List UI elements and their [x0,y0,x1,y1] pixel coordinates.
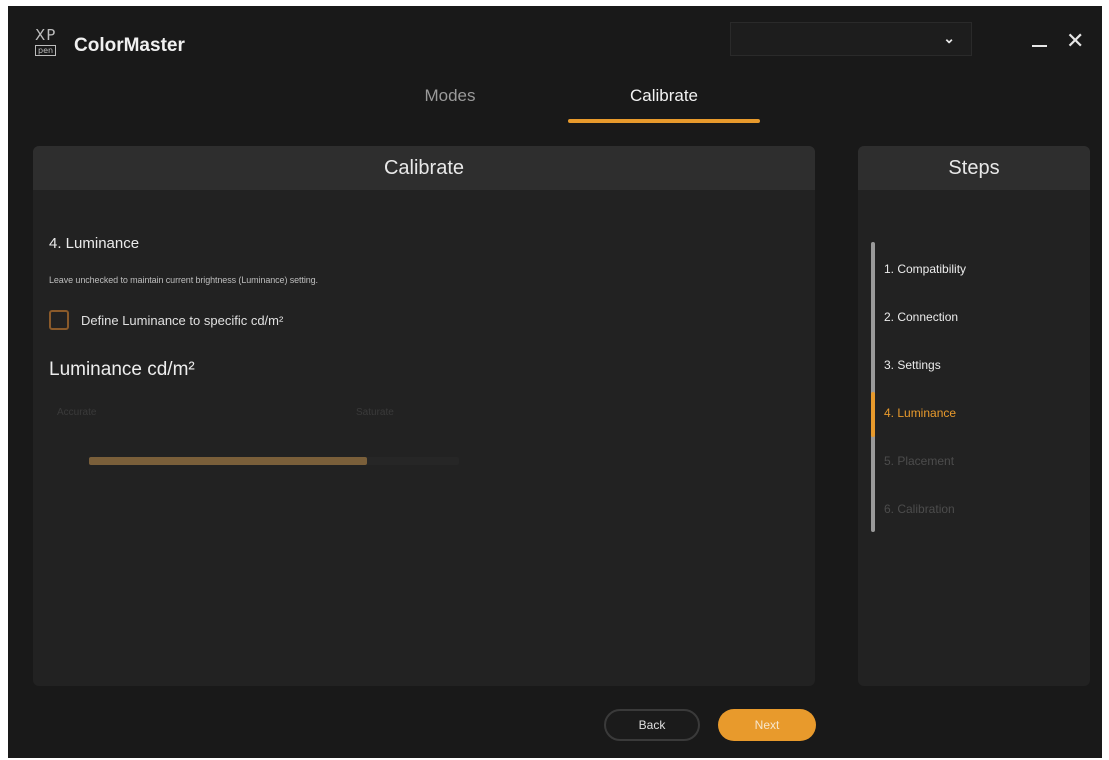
step-compatibility: 1. Compatibility [884,262,967,276]
step-settings: 3. Settings [884,358,941,372]
device-select[interactable]: ⌄ [730,22,972,56]
minimize-button[interactable] [1030,27,1050,49]
tab-modes[interactable]: Modes [408,86,492,106]
section-title: 4. Luminance [49,235,140,252]
steps-progress-rail [871,242,875,532]
tab-calibrate[interactable]: Calibrate [568,86,760,106]
steps-panel: Steps 1. Compatibility 2. Connection 3. … [858,146,1090,686]
slider-right-label: Saturate [356,407,394,418]
app-window: XP pen ColorMaster ⌄ ✕ Modes Calibrate C… [8,6,1102,758]
slider-left-label: Accurate [57,407,97,418]
luminance-slider-fill [89,457,367,465]
steps-progress-active [871,392,875,437]
step-placement: 5. Placement [884,454,955,468]
step-luminance: 4. Luminance [884,406,957,420]
active-tab-indicator [568,119,760,123]
luminance-heading: Luminance cd/m² [49,359,195,380]
close-button[interactable]: ✕ [1066,30,1084,52]
logo-pen-text: pen [35,45,57,56]
step-calibration: 6. Calibration [884,502,955,516]
next-button[interactable]: Next [718,709,816,741]
xp-pen-logo: XP pen [33,26,67,58]
luminance-hint: Leave unchecked to maintain current brig… [49,275,318,285]
define-luminance-label[interactable]: Define Luminance to specific cd/m² [81,313,283,328]
close-icon: ✕ [1066,28,1085,53]
calibrate-panel-header: Calibrate [33,146,815,190]
chevron-down-icon: ⌄ [943,30,955,46]
luminance-slider[interactable] [89,457,459,465]
calibrate-panel: Calibrate 4. Luminance Leave unchecked t… [33,146,815,686]
logo-xp-text: XP [35,26,57,44]
back-button[interactable]: Back [604,709,700,741]
minimize-icon [1032,45,1047,47]
steps-panel-header: Steps [858,146,1090,190]
step-connection: 2. Connection [884,310,959,324]
define-luminance-checkbox[interactable] [49,310,69,330]
app-title: ColorMaster [74,35,185,56]
